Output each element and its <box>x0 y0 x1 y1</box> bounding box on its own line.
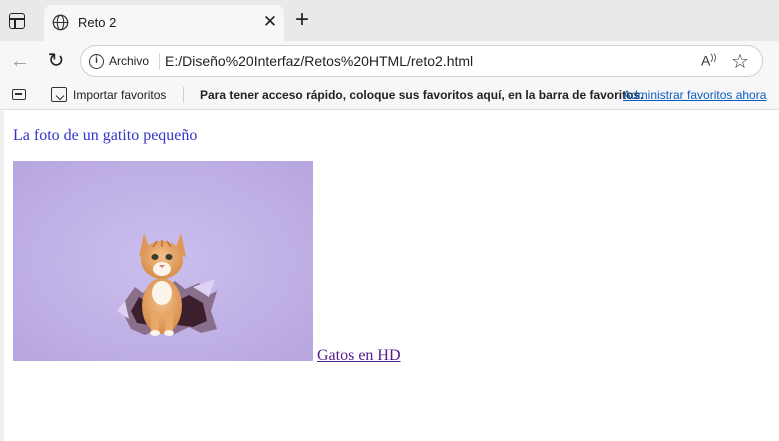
page-heading: La foto de un gatito pequeño <box>13 127 198 144</box>
favorites-bar: Importar favoritos Para tener acceso ráp… <box>0 81 779 110</box>
reload-icon[interactable]: ↻ <box>44 49 68 73</box>
tab-reto2[interactable]: Reto 2 ✕ <box>44 5 284 41</box>
navigation-bar: ← ↻ i Archivo E:/Diseño%20Interfaz/Retos… <box>0 41 779 81</box>
favorites-divider <box>183 87 184 103</box>
read-aloud-glyph: A <box>701 52 711 69</box>
info-icon[interactable]: i <box>89 54 104 69</box>
globe-icon <box>52 14 69 31</box>
address-divider <box>159 53 160 70</box>
kitten-photo <box>13 161 313 361</box>
read-aloud-icon[interactable]: A)) <box>701 52 716 69</box>
favorites-message: Para tener acceso rápido, coloque sus fa… <box>200 88 644 102</box>
site-info-label[interactable]: Archivo <box>109 54 149 68</box>
new-tab-button[interactable]: + <box>290 8 314 33</box>
address-bar[interactable]: i Archivo E:/Diseño%20Interfaz/Retos%20H… <box>80 45 763 77</box>
close-tab-icon[interactable]: ✕ <box>260 12 280 32</box>
import-favorites-button[interactable]: Importar favoritos <box>73 88 166 102</box>
page-content: La foto de un gatito pequeño Gatos en HD <box>0 111 779 441</box>
manage-favorites-link[interactable]: Administrar favoritos ahora <box>623 88 766 102</box>
tab-title: Reto 2 <box>78 15 117 30</box>
gatos-hd-link[interactable]: Gatos en HD <box>317 347 401 365</box>
back-arrow-icon[interactable]: ← <box>8 49 32 73</box>
url-text[interactable]: E:/Diseño%20Interfaz/Retos%20HTML/reto2.… <box>165 53 473 69</box>
tab-actions-icon[interactable] <box>9 13 25 29</box>
reading-view-icon[interactable] <box>12 89 26 100</box>
favorite-star-icon[interactable]: ☆ <box>731 49 749 74</box>
import-favorites-icon[interactable] <box>51 87 67 102</box>
tab-strip: Reto 2 ✕ + <box>0 0 779 41</box>
